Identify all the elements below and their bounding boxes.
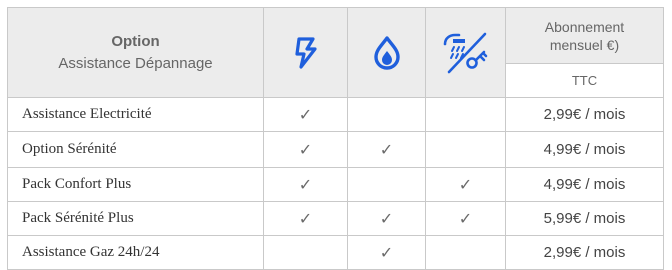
- row-name: Pack Confort Plus: [7, 167, 264, 202]
- table-row: Assistance Electricité ✓ 2,99€ / mois: [7, 97, 664, 132]
- gas-flame-icon: [371, 35, 403, 70]
- row-name: Option Sérénité: [7, 131, 264, 168]
- gas-check: ✓: [347, 201, 426, 236]
- row-price: 4,99€ / mois: [505, 131, 664, 168]
- subscription-header-label: Abonnement mensuel €): [544, 18, 625, 53]
- subscription-header: Abonnement mensuel €): [505, 7, 664, 64]
- row-name: Assistance Electricité: [7, 97, 264, 132]
- electricity-check: ✓: [263, 97, 348, 132]
- pricing-table: Option Assistance Dépannage Abonnement m…: [7, 7, 664, 270]
- gas-column-header: [347, 7, 426, 98]
- gas-check: [347, 97, 426, 132]
- water-check: ✓: [425, 167, 506, 202]
- option-header: Option Assistance Dépannage: [7, 7, 264, 98]
- electricity-check: ✓: [263, 167, 348, 202]
- table-row: Pack Confort Plus ✓ ✓ 4,99€ / mois: [7, 167, 664, 202]
- electricity-check: [263, 235, 348, 270]
- option-header-title: Option: [111, 32, 160, 50]
- table-row: Option Sérénité ✓ ✓ 4,99€ / mois: [7, 131, 664, 168]
- water-check: ✓: [425, 201, 506, 236]
- shower-faucet-icon: [441, 32, 491, 73]
- table-row: Assistance Gaz 24h/24 ✓ 2,99€ / mois: [7, 235, 664, 270]
- electricity-check: ✓: [263, 131, 348, 168]
- electricity-column-header: [263, 7, 348, 98]
- water-column-header: [425, 7, 506, 98]
- water-check: [425, 235, 506, 270]
- option-header-subtitle: Assistance Dépannage: [58, 54, 213, 72]
- table-row: Pack Sérénité Plus ✓ ✓ ✓ 5,99€ / mois: [7, 201, 664, 236]
- row-price: 4,99€ / mois: [505, 167, 664, 202]
- row-name: Assistance Gaz 24h/24: [7, 235, 264, 270]
- gas-check: ✓: [347, 235, 426, 270]
- row-name: Pack Sérénité Plus: [7, 201, 264, 236]
- ttc-header: TTC: [505, 63, 664, 98]
- row-price: 5,99€ / mois: [505, 201, 664, 236]
- electricity-check: ✓: [263, 201, 348, 236]
- lightning-icon: [290, 36, 322, 69]
- water-check: [425, 97, 506, 132]
- row-price: 2,99€ / mois: [505, 97, 664, 132]
- water-check: [425, 131, 506, 168]
- gas-check: [347, 167, 426, 202]
- row-price: 2,99€ / mois: [505, 235, 664, 270]
- gas-check: ✓: [347, 131, 426, 168]
